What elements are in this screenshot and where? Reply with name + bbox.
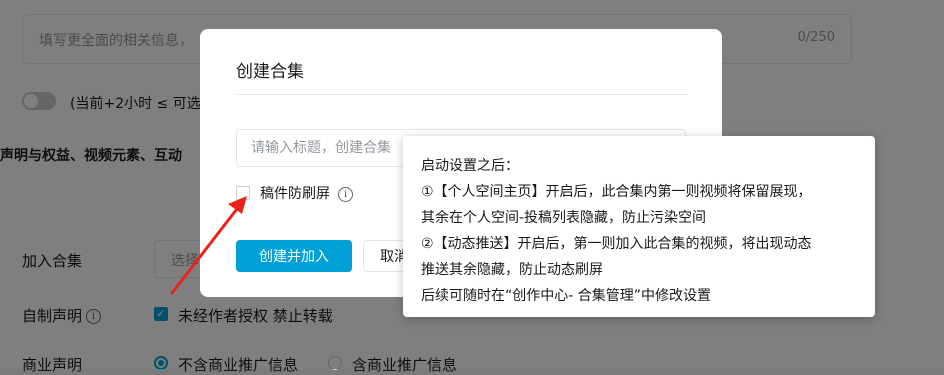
modal-divider	[236, 94, 688, 95]
info-icon[interactable]: i	[338, 186, 353, 202]
tooltip-line: 后续可随时在“创作中心- 合集管理”中修改设置	[421, 288, 712, 304]
tooltip-line: ①【个人空间主页】开启后，此合集内第一则视频将保留展现，	[421, 184, 812, 200]
tooltip-line: 推送其余隐藏，防止动态刷屏	[421, 262, 603, 278]
tooltip-line: ②【动态推送】开启后，第一则加入此合集的视频，将出现动态	[421, 236, 812, 252]
anti-refresh-label: 稿件防刷屏	[260, 186, 330, 202]
tooltip-line: 启动设置之后：	[421, 158, 519, 174]
anti-refresh-row: 稿件防刷屏 i	[260, 183, 353, 203]
anti-refresh-tooltip: 启动设置之后： ①【个人空间主页】开启后，此合集内第一则视频将保留展现， 其余在…	[403, 136, 875, 317]
create-and-add-button[interactable]: 创建并加入	[236, 240, 352, 272]
anti-refresh-checkbox[interactable]	[236, 186, 250, 200]
tooltip-line: 其余在个人空间-投稿列表隐藏，防止污染空间	[421, 210, 707, 226]
modal-title: 创建合集	[236, 62, 304, 82]
